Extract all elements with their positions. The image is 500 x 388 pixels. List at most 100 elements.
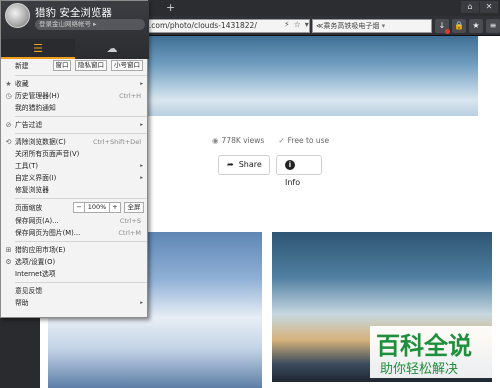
- menu-item-label: 猎豹应用市场(E): [15, 246, 66, 254]
- menu-item-feedback[interactable]: 意见反馈: [1, 285, 147, 297]
- menu-item-notifications[interactable]: 我的猎豹通知: [1, 102, 147, 114]
- menu-divider: [15, 133, 147, 134]
- clear-icon: ⟲: [5, 138, 12, 146]
- submenu-arrow-icon: ▸: [140, 163, 143, 169]
- clock-icon: ◷: [5, 92, 12, 100]
- new-tab-button[interactable]: +: [166, 1, 175, 14]
- menu-item-repair[interactable]: 修复浏览器: [1, 184, 147, 196]
- menu-item-mute-all[interactable]: 关闭所有页面声音(V): [1, 148, 147, 160]
- window-close-button[interactable]: ✕: [480, 1, 498, 13]
- submenu-arrow-icon: ▸: [140, 175, 143, 181]
- new-row: 新建 窗口 隐私窗口 小号窗口: [1, 59, 147, 73]
- new-alt-window-button[interactable]: 小号窗口: [111, 60, 143, 71]
- views-count: 778K views: [221, 136, 265, 145]
- search-text: ≪乘务高铁吸电子烟: [316, 22, 380, 30]
- menu-item-favorites[interactable]: ★ 收藏 ▸: [1, 78, 147, 90]
- menu-header: 猎豹 安全浏览器 登录金山网络帐号 ▸ ☰ ☁: [1, 1, 149, 59]
- browser-main-menu: 猎豹 安全浏览器 登录金山网络帐号 ▸ ☰ ☁ 新建 窗口 隐私窗口 小号窗口 …: [0, 0, 149, 318]
- shortcut-label: Ctrl+Shift+Del: [92, 138, 141, 146]
- search-dropdown-icon[interactable]: ▾: [382, 22, 386, 30]
- tab-menu[interactable]: ☰: [1, 39, 75, 59]
- submenu-arrow-icon: ▸: [140, 122, 143, 128]
- search-input[interactable]: ≪乘务高铁吸电子烟 ▾: [312, 19, 432, 33]
- info-button[interactable]: i Info: [276, 155, 322, 187]
- menu-item-label: 保存网页为图片(M)...: [15, 229, 81, 237]
- menu-item-history[interactable]: ◷ 历史管理器(H) Ctrl+H: [1, 90, 147, 102]
- watermark-subtitle: 助你轻松解决: [380, 362, 459, 377]
- speed-icon[interactable]: ⚡: [284, 20, 290, 29]
- menu-item-clear-data[interactable]: ⟲ 清除浏览数据(C) Ctrl+Shift+Del: [1, 136, 147, 148]
- favorites-icon[interactable]: ★: [469, 19, 483, 33]
- menu-item-settings[interactable]: ⚙ 选项/设置(O): [1, 256, 147, 268]
- menu-body: 新建 窗口 隐私窗口 小号窗口 ★ 收藏 ▸ ◷ 历史管理器(H) Ctrl+H 我的猎…: [1, 59, 147, 309]
- menu-item-app-market[interactable]: ⊞ 猎豹应用市场(E): [1, 244, 147, 256]
- menu-item-ad-filter[interactable]: ⊘ 广告过滤 ▸: [1, 119, 147, 131]
- share-button[interactable]: ➦ Share: [218, 155, 270, 175]
- grid-icon: ⊞: [5, 246, 12, 254]
- watermark-title: 百科全说: [376, 332, 472, 360]
- views-stat: ◉ 778K views: [212, 136, 264, 145]
- fullscreen-button[interactable]: 全屏: [124, 202, 144, 213]
- menu-item-save-as-image[interactable]: 保存网页为图片(M)... Ctrl+M: [1, 227, 147, 239]
- window-restore-button[interactable]: ⌂: [461, 1, 479, 13]
- menu-item-customize[interactable]: 自定义界面(I) ▸: [1, 172, 147, 184]
- submenu-arrow-icon: ▸: [140, 300, 143, 306]
- tab-cloud[interactable]: ☁: [75, 39, 149, 59]
- new-label: 新建: [15, 62, 29, 70]
- gear-icon: ⚙: [5, 258, 12, 266]
- menu-divider: [15, 198, 147, 199]
- menu-item-label: 自定义界面(I): [15, 174, 57, 182]
- watermark: 百科全说 助你轻松解决: [370, 326, 496, 378]
- menu-icon[interactable]: ≡: [486, 19, 500, 33]
- menu-item-help[interactable]: 帮助 ▸: [1, 297, 147, 309]
- menu-item-label: 清除浏览数据(C): [15, 138, 66, 146]
- zoom-row: 页面缩放 − 100% + 全屏: [1, 201, 147, 215]
- license-text: Free to use: [287, 136, 330, 145]
- menu-item-tools[interactable]: 工具(T) ▸: [1, 160, 147, 172]
- submenu-arrow-icon: ▸: [140, 81, 143, 87]
- window-controls: ⌂ ✕: [461, 1, 498, 13]
- login-link[interactable]: 登录金山网络帐号 ▸: [35, 19, 145, 30]
- zoom-in-button[interactable]: +: [109, 202, 121, 213]
- menu-divider: [15, 116, 147, 117]
- menu-item-label: 我的猎豹通知: [15, 104, 56, 112]
- check-icon: ✓: [278, 136, 285, 145]
- menu-item-label: 帮助: [15, 299, 29, 307]
- star-icon: ★: [5, 80, 12, 88]
- info-label: Info: [285, 178, 301, 187]
- download-icon[interactable]: ↓: [435, 19, 450, 34]
- menu-item-label: 广告过滤: [15, 121, 43, 129]
- share-label: Share: [238, 160, 262, 169]
- menu-divider: [15, 241, 147, 242]
- menu-item-label: 历史管理器(H): [15, 92, 60, 100]
- cheetah-logo-icon: [5, 3, 30, 28]
- shortcut-label: Ctrl+M: [118, 229, 141, 237]
- menu-item-label: 选项/设置(O): [15, 258, 56, 266]
- brand-title: 猎豹 安全浏览器: [35, 7, 112, 19]
- photo-stats: ◉ 778K views ✓ Free to use: [212, 136, 329, 145]
- menu-item-save-page[interactable]: 保存网页(A)... Ctrl+S: [1, 215, 147, 227]
- menu-item-label: Internet选项: [15, 270, 56, 278]
- zoom-out-button[interactable]: −: [73, 202, 85, 213]
- eye-icon: ◉: [212, 136, 219, 145]
- menu-item-label: 工具(T): [15, 162, 39, 170]
- menu-item-label: 意见反馈: [15, 287, 43, 295]
- star-icon[interactable]: ☆: [294, 20, 301, 29]
- lock-icon[interactable]: 🔒: [452, 19, 466, 33]
- menu-item-label: 收藏: [15, 80, 29, 88]
- menu-item-internet-options[interactable]: Internet选项: [1, 268, 147, 280]
- menu-divider: [15, 282, 147, 283]
- info-icon: i: [285, 160, 295, 170]
- menu-divider: [15, 75, 147, 76]
- new-private-window-button[interactable]: 隐私窗口: [75, 60, 107, 71]
- share-icon: ➦: [227, 160, 234, 169]
- license-stat: ✓ Free to use: [278, 136, 329, 145]
- toolbar-icons: ↓ 🔒 ★ ≡: [435, 19, 500, 34]
- shortcut-label: Ctrl+H: [119, 92, 141, 100]
- left-background: [0, 318, 40, 388]
- chevron-down-icon[interactable]: ▾: [305, 20, 309, 29]
- new-window-button[interactable]: 窗口: [53, 60, 71, 71]
- menu-item-label: 关闭所有页面声音(V): [15, 150, 80, 158]
- block-icon: ⊘: [5, 121, 12, 129]
- zoom-label: 页面缩放: [15, 204, 43, 212]
